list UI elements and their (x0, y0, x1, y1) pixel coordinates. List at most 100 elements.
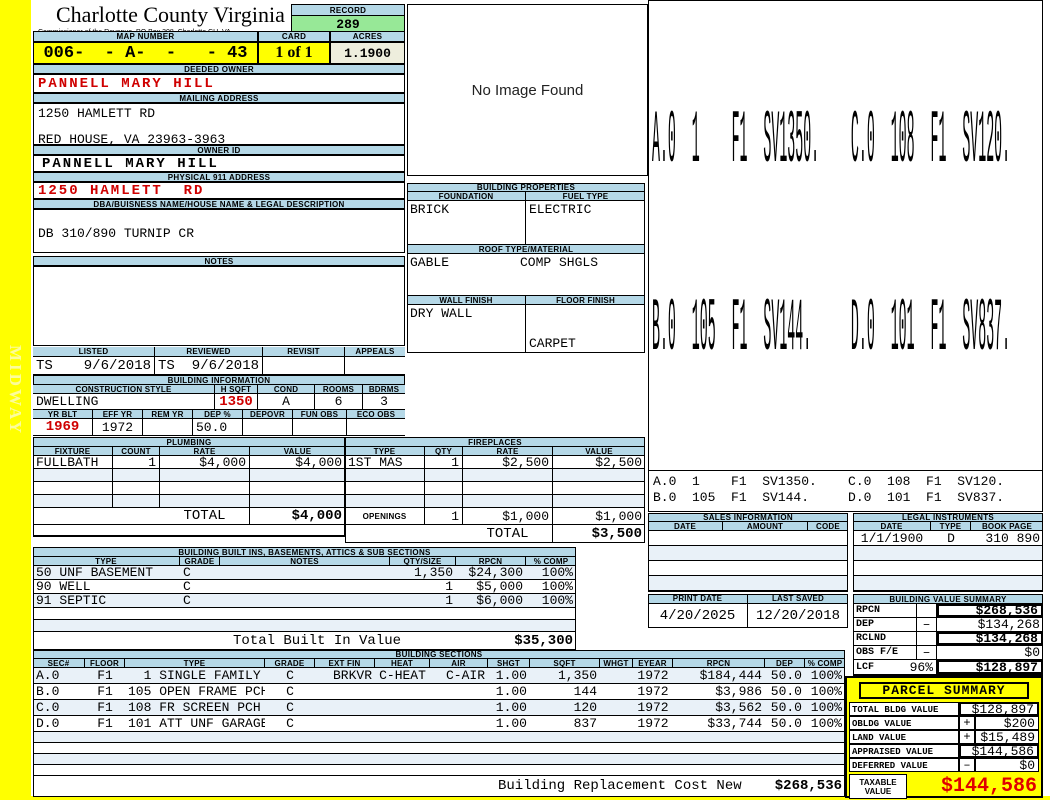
county-title: Charlotte County Virginia (56, 2, 285, 27)
effyr-label: EFF YR (93, 410, 143, 418)
card-label: CARD (258, 31, 330, 42)
bdrms-value: 3 (380, 394, 388, 409)
revisit-cell (263, 357, 345, 374)
rooms-value: 6 (315, 394, 363, 409)
revisit-label: REVISIT (263, 347, 345, 356)
sales-header: SALES INFORMATION (648, 513, 848, 522)
card-value: 1 of 1 (258, 42, 330, 64)
deeded-owner-label: DEEDED OWNER (33, 64, 405, 74)
sketch-legend-line1: A.0 1 F1 SV1350. C.0 108 F1 SV120. (653, 474, 1005, 489)
notes-box (33, 266, 405, 346)
fuel-type-value: ELECTRIC (529, 202, 592, 217)
acres-label: ACRES (330, 31, 405, 42)
parcel-row: APPRAISED VALUE $144,586 (849, 744, 1039, 758)
sketch-legend: A.0 1 F1 SV1350. C.0 108 F1 SV120. B.0 1… (648, 471, 1043, 512)
foundation-value: BRICK (407, 201, 526, 244)
building-sections-header: BUILDING SECTIONS (33, 650, 845, 659)
map-number-value: 006- - A- - - 43 (33, 42, 258, 64)
record-label: RECORD (291, 4, 405, 16)
fireplaces-total-row: TOTAL $3,500 (345, 525, 645, 543)
owner-id-label: OWNER ID (33, 145, 405, 155)
building-section-row: D.0 F1 101 ATT UNF GARAGE C 1.00 837 197… (33, 716, 845, 732)
reviewed-label: REVIEWED (155, 347, 263, 356)
bdrms-label: BDRMS (363, 385, 405, 393)
yrblt-label: YR BLT (33, 410, 93, 418)
taxable-value-label: TAXABLE VALUE (849, 774, 907, 799)
review-table: LISTED REVIEWED REVISIT APPEALS TS 9/6/20… (33, 347, 405, 375)
sketch-legend-line2: B.0 105 F1 SV144. D.0 101 F1 SV837. (653, 490, 1005, 505)
wall-finish-value: DRY WALL (407, 305, 526, 352)
dep-label: DEP % (193, 410, 243, 418)
mailing-address-label: MAILING ADDRESS (33, 93, 405, 103)
map-number-label: MAP NUMBER (33, 31, 258, 42)
roof-material-value: COMP SHGLS (520, 255, 599, 270)
built-in-row: 91 SEPTIC C 1 $6,000 100% (33, 594, 576, 608)
plumbing-total-row: TOTAL $4,000 (33, 508, 345, 525)
construction-style-value: DWELLING (33, 394, 215, 409)
plumbing-section: PLUMBING FIXTURE COUNT RATE VALUE FULLBA… (33, 437, 345, 536)
acres-value: 1.1900 (330, 42, 405, 64)
legal-instrument-row: 1/1/1900 D 310 890 (853, 531, 1043, 546)
funobs-value (293, 419, 347, 435)
rooms-label: ROOMS (315, 385, 363, 393)
value-summary-header: BUILDING VALUE SUMMARY (853, 594, 1043, 604)
hsqft-value: 1350 (215, 394, 258, 409)
sketch-vector-line1: A.0 1 F1 SV1350. C.0 108 F1 SV120. (652, 97, 1011, 184)
print-date-value: 4/20/2025 (648, 604, 748, 627)
last-saved-value: 12/20/2018 (755, 607, 840, 624)
taxable-value: $144,586 (940, 775, 1037, 798)
built-ins-header: BUILDING BUILT INS, BASEMENTS, ATTICS & … (33, 547, 576, 557)
print-date-label: PRINT DATE (648, 594, 748, 603)
hsqft-label: H SQFT (215, 385, 258, 393)
mailing-address-box: 1250 HAMLETT RD RED HOUSE, VA 23963-3963 (33, 103, 405, 145)
parcel-row: TOTAL BLDG VALUE $128,897 (849, 702, 1039, 716)
effyr-value: 1972 (93, 419, 143, 435)
building-section-row: B.0 F1 105 OPEN FRAME PCH C 1.00 144 197… (33, 684, 845, 700)
dba-value: DB 310/890 TURNIP CR (33, 209, 405, 253)
building-info-header: BUILDING INFORMATION (33, 375, 405, 385)
owner-id-value: PANNELL MARY HILL (33, 155, 405, 172)
parcel-summary-header: PARCEL SUMMARY (859, 682, 1029, 699)
built-in-row: 90 WELL C 1 $5,000 100% (33, 580, 576, 594)
roof-type-value: GABLE (410, 255, 450, 270)
last-saved-label: LAST SAVED (748, 594, 848, 603)
mailing-line1: 1250 HAMLETT RD (38, 106, 156, 121)
lcf-cell: LCF 96% (853, 660, 937, 674)
plumbing-header: PLUMBING (33, 437, 345, 447)
building-section-row: C.0 F1 108 FR SCREEN PCH C 1.00 120 1972… (33, 700, 845, 716)
taxable-value-row: TAXABLE VALUE $144,586 (849, 774, 1039, 799)
cond-label: COND (258, 385, 315, 393)
listed-cell: TS 9/6/2018 (33, 357, 155, 374)
cond-value: A (258, 394, 315, 409)
remyr-value (143, 419, 193, 435)
parcel-row: DEFERRED VALUE – $0 (849, 758, 1039, 772)
physical-address-label: PHYSICAL 911 ADDRESS (33, 172, 405, 182)
parcel-row: LAND VALUE + $15,489 (849, 730, 1039, 744)
legal-header: LEGAL INSTRUMENTS (853, 513, 1043, 522)
plumbing-row: FULLBATH 1 $4,000 $4,000 (33, 456, 345, 469)
district-label: MIDWAY (6, 345, 25, 437)
no-image-text: No Image Found (471, 81, 584, 99)
print-info-section: PRINT DATE LAST SAVED 4/20/2025 12/20/20… (648, 594, 848, 628)
yrblt-value: 1969 (33, 419, 93, 435)
fireplaces-openings-row: OPENINGS 1 $1,000 $1,000 (345, 508, 645, 525)
mailing-line2: RED HOUSE, VA 23963-3963 (38, 132, 226, 145)
parcel-row: OBLDG VALUE + $200 (849, 716, 1039, 730)
remyr-label: REM YR (143, 410, 193, 418)
floor-finish-label: FLOOR FINISH (526, 296, 645, 304)
wall-finish-label: WALL FINISH (407, 296, 526, 304)
deeded-owner-value: PANNELL MARY HILL (33, 74, 405, 93)
building-value-summary: BUILDING VALUE SUMMARY RPCN $268,536 DEP… (853, 594, 1043, 675)
legal-instruments-section: LEGAL INSTRUMENTS DATE TYPE BOOK PAGE 1/… (853, 513, 1043, 591)
reviewed-cell: TS 9/6/2018 (155, 357, 263, 374)
sales-information-section: SALES INFORMATION DATE AMOUNT CODE (648, 513, 848, 591)
parcel-summary: PARCEL SUMMARY TOTAL BLDG VALUE $128,897… (845, 676, 1043, 799)
fuel-type-label: FUEL TYPE (526, 192, 645, 200)
sketch-area: A.0 1 F1 SV1350. C.0 108 F1 SV120. B.0 1… (648, 0, 1043, 471)
built-ins-section: BUILDING BUILT INS, BASEMENTS, ATTICS & … (33, 547, 576, 650)
fireplaces-section: FIREPLACES TYPE QTY RATE VALUE 1ST MAS 1… (345, 437, 645, 543)
appeals-cell (345, 357, 405, 374)
roof-label: ROOF TYPE/MATERIAL (407, 245, 645, 254)
dep-value: 50.0 (193, 419, 243, 435)
ecoobs-label: ECO OBS (347, 410, 405, 418)
